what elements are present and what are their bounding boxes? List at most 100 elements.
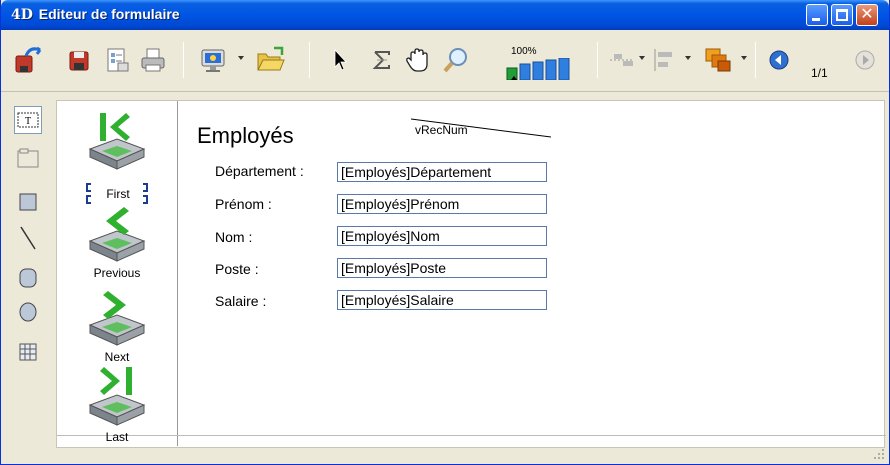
oval-tool-icon xyxy=(19,302,37,322)
form-canvas[interactable]: First Previous Next Last Employés vRecNu… xyxy=(56,100,886,448)
field-label-departement[interactable]: Département : xyxy=(215,163,304,179)
save-button[interactable] xyxy=(63,44,95,76)
selection-handle[interactable] xyxy=(86,195,91,204)
selection-handle[interactable] xyxy=(143,183,148,192)
toolbar-separator xyxy=(755,42,756,78)
record-number-line xyxy=(411,118,551,138)
oval-tool[interactable] xyxy=(14,298,42,326)
preview-icon xyxy=(201,49,225,72)
selection-handle[interactable] xyxy=(143,195,148,204)
selection-handle[interactable] xyxy=(86,183,91,192)
text-tool[interactable]: T xyxy=(14,106,42,134)
hand-tool[interactable] xyxy=(403,44,433,76)
next-page-button[interactable] xyxy=(851,44,879,76)
rounded-rect-tool[interactable] xyxy=(14,264,42,292)
4d-logo: 4D xyxy=(11,7,33,23)
close-button[interactable]: ✕ xyxy=(856,4,878,26)
zoom-level-label: 100% xyxy=(511,46,537,57)
groupbox-tool[interactable] xyxy=(14,144,42,172)
distribute-dropdown-arrow[interactable] xyxy=(685,56,691,60)
last-record-button[interactable]: Last xyxy=(82,363,152,444)
next-button-label: Next xyxy=(104,350,130,364)
previous-record-button[interactable]: Previous xyxy=(82,207,152,280)
maximize-button[interactable] xyxy=(831,4,853,26)
preview-button[interactable] xyxy=(197,44,231,76)
field-prenom[interactable]: [Employés]Prénom xyxy=(337,194,547,214)
close-icon: ✕ xyxy=(860,6,874,23)
line-tool[interactable] xyxy=(14,224,42,252)
previous-page-icon xyxy=(769,50,789,70)
rounded-rect-tool-icon xyxy=(19,268,37,288)
toolbar-separator xyxy=(309,42,310,78)
previous-page-button[interactable] xyxy=(765,44,793,76)
form-editor-window: 4D Editeur de formulaire ✕ 100% 1/1 T Fi… xyxy=(0,0,890,465)
title-bar[interactable]: 4D Editeur de formulaire ✕ xyxy=(1,0,889,30)
minimize-icon xyxy=(812,18,820,21)
open-folder-icon xyxy=(257,46,285,71)
next-record-icon xyxy=(88,291,146,346)
rectangle-tool-icon xyxy=(19,193,37,211)
field-label-poste[interactable]: Poste : xyxy=(215,261,259,277)
previous-record-icon xyxy=(88,207,146,262)
form-title[interactable]: Employés xyxy=(197,123,294,149)
field-label-prenom[interactable]: Prénom : xyxy=(215,196,272,212)
grid-tool-icon xyxy=(19,343,37,361)
undo-button[interactable] xyxy=(11,44,45,76)
toolbar-separator xyxy=(597,42,598,78)
line-tool-icon xyxy=(20,226,36,250)
align-dropdown-arrow[interactable] xyxy=(639,56,645,60)
save-icon xyxy=(69,51,89,71)
hand-icon xyxy=(406,48,428,72)
properties-icon xyxy=(107,48,129,72)
first-button-label: First xyxy=(92,185,144,203)
field-label-nom[interactable]: Nom : xyxy=(215,229,252,245)
align-button[interactable] xyxy=(607,44,637,76)
open-button[interactable] xyxy=(253,44,287,76)
field-departement[interactable]: [Employés]Département xyxy=(337,162,547,182)
editor-area: T First Previous Next Last Employés vRec… xyxy=(1,92,889,464)
sigma-tool[interactable] xyxy=(367,44,397,76)
groupbox-tool-icon xyxy=(17,148,39,168)
last-button-label: Last xyxy=(105,430,129,444)
toolbar-separator xyxy=(183,42,184,78)
next-record-button[interactable]: Next xyxy=(82,291,152,364)
grid-tool[interactable] xyxy=(14,338,42,366)
object-tools-palette: T xyxy=(9,100,49,456)
minimize-button[interactable] xyxy=(806,4,828,26)
last-record-icon xyxy=(88,367,146,426)
svg-text:T: T xyxy=(25,116,31,127)
window-title-text: Editeur de formulaire xyxy=(38,6,180,22)
field-label-salaire[interactable]: Salaire : xyxy=(215,293,266,309)
zoom-tool[interactable] xyxy=(441,44,471,76)
align-icon xyxy=(610,54,634,66)
header-marker-line xyxy=(177,101,178,446)
toolbar: 100% 1/1 xyxy=(1,30,889,92)
first-record-button[interactable]: First xyxy=(82,109,152,205)
zoom-icon xyxy=(443,48,467,73)
next-page-icon xyxy=(855,50,875,70)
page-indicator: 1/1 xyxy=(811,66,828,80)
print-icon xyxy=(141,48,165,72)
field-salaire[interactable]: [Employés]Salaire xyxy=(337,290,547,310)
layers-button[interactable] xyxy=(701,44,735,76)
field-nom[interactable]: [Employés]Nom xyxy=(337,226,547,246)
layers-dropdown-arrow[interactable] xyxy=(741,56,747,60)
resize-grip-icon xyxy=(874,449,884,459)
zoom-level-icon xyxy=(506,58,570,80)
pointer-tool[interactable] xyxy=(325,44,355,76)
previous-button-label: Previous xyxy=(93,266,141,280)
first-record-icon xyxy=(88,113,146,170)
print-button[interactable] xyxy=(137,44,169,76)
field-poste[interactable]: [Employés]Poste xyxy=(337,258,547,278)
detail-marker-line xyxy=(57,435,886,436)
properties-button[interactable] xyxy=(101,44,133,76)
zoom-level-selector[interactable] xyxy=(505,58,583,80)
sigma-icon xyxy=(372,51,390,69)
rectangle-tool[interactable] xyxy=(14,188,42,216)
distribute-button[interactable] xyxy=(649,44,681,76)
preview-dropdown-arrow[interactable] xyxy=(238,56,244,60)
pointer-icon xyxy=(334,48,347,71)
window-title: 4D Editeur de formulaire xyxy=(11,6,180,23)
undo-icon xyxy=(15,46,42,73)
text-tool-icon: T xyxy=(17,112,39,128)
